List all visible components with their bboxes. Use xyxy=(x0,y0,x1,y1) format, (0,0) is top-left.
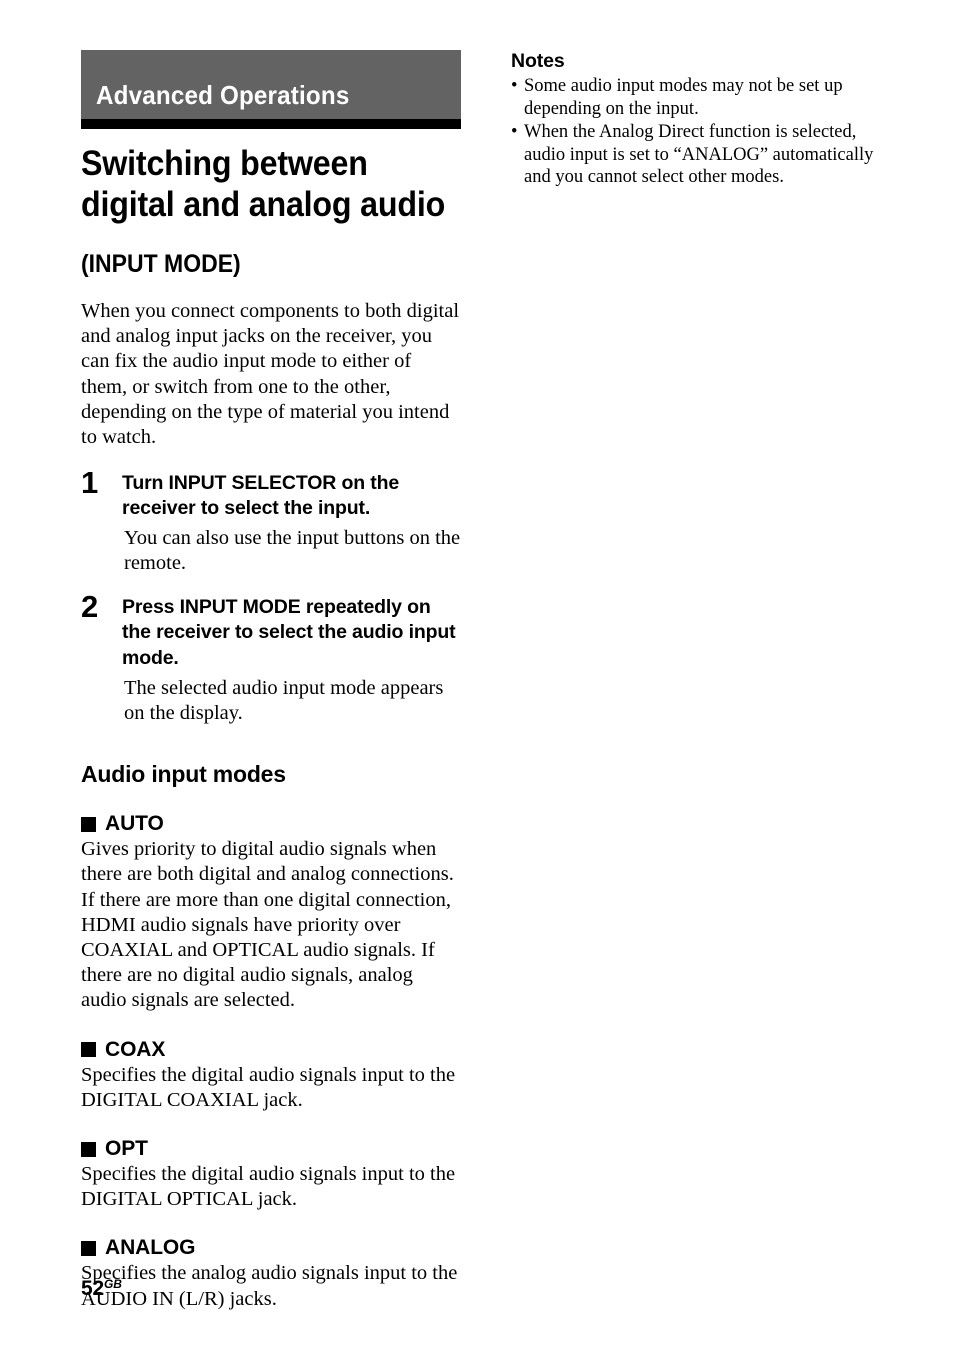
step-item: 2 Press INPUT MODE repeatedly on the rec… xyxy=(81,591,461,727)
right-column: Notes • Some audio input modes may not b… xyxy=(511,50,889,189)
mode-name: COAX xyxy=(105,1037,166,1061)
mode-description: Gives priority to digital audio signals … xyxy=(81,838,454,1012)
mode-heading: OPT xyxy=(81,1137,461,1161)
intro-paragraph: When you connect components to both digi… xyxy=(81,300,460,449)
step-number: 2 xyxy=(81,588,99,624)
page-title-line-1: Switching between xyxy=(81,144,368,183)
mode-description: Specifies the digital audio signals inpu… xyxy=(81,1063,456,1111)
filled-square-bullet-icon xyxy=(81,1240,96,1256)
bullet-dot-icon: • xyxy=(511,121,518,142)
bullet-dot-icon: • xyxy=(511,76,518,96)
page-folio: 52GB xyxy=(81,1277,122,1301)
filled-square-bullet-icon xyxy=(81,1042,96,1058)
chapter-banner: Advanced Operations xyxy=(81,50,461,119)
mode-block-auto: AUTO Gives priority to digital audio sig… xyxy=(81,812,461,1013)
step-body: The selected audio input mode appears on… xyxy=(124,676,444,725)
section-heading-audio-input-modes: Audio input modes xyxy=(81,761,286,788)
page-subtitle: (INPUT MODE) xyxy=(81,250,241,279)
note-item: • Some audio input modes may not be set … xyxy=(511,75,889,121)
left-column: Advanced Operations Switching between di… xyxy=(81,50,461,1332)
mode-block-coax: COAX Specifies the digital audio signals… xyxy=(81,1038,461,1113)
mode-description: Specifies the analog audio signals input… xyxy=(81,1262,458,1310)
mode-name: OPT xyxy=(105,1137,148,1161)
step-number: 1 xyxy=(81,464,99,500)
note-text: Some audio input modes may not be set up… xyxy=(524,76,843,119)
mode-description: Specifies the digital audio signals inpu… xyxy=(81,1163,456,1211)
mode-heading: AUTO xyxy=(81,812,461,836)
page-title: Switching between digital and analog aud… xyxy=(81,143,458,226)
document-page: Advanced Operations Switching between di… xyxy=(0,0,954,1352)
note-item: • When the Analog Direct function is sel… xyxy=(511,121,889,190)
mode-name: ANALOG xyxy=(105,1236,196,1260)
note-text: When the Analog Direct function is selec… xyxy=(524,121,874,188)
chapter-title: Advanced Operations xyxy=(96,80,350,110)
step-item: 1 Turn INPUT SELECTOR on the receiver to… xyxy=(81,467,461,577)
mode-heading: COAX xyxy=(81,1038,461,1062)
step-heading: Press INPUT MODE repeatedly on the recei… xyxy=(122,595,456,670)
chapter-rule xyxy=(81,119,461,129)
notes-list: • Some audio input modes may not be set … xyxy=(511,75,889,189)
notes-heading: Notes xyxy=(511,50,565,72)
page-title-line-2: digital and analog audio xyxy=(81,185,446,225)
folio-region-code: GB xyxy=(103,1277,122,1291)
filled-square-bullet-icon xyxy=(81,816,96,832)
mode-name: AUTO xyxy=(105,812,164,836)
step-heading: Turn INPUT SELECTOR on the receiver to s… xyxy=(122,471,400,520)
mode-block-analog: ANALOG Specifies the analog audio signal… xyxy=(81,1236,461,1311)
folio-page-number: 52 xyxy=(81,1277,104,1300)
mode-block-opt: OPT Specifies the digital audio signals … xyxy=(81,1137,461,1212)
filled-square-bullet-icon xyxy=(81,1141,96,1157)
mode-heading: ANALOG xyxy=(81,1236,461,1260)
step-body: You can also use the input buttons on th… xyxy=(124,527,461,575)
